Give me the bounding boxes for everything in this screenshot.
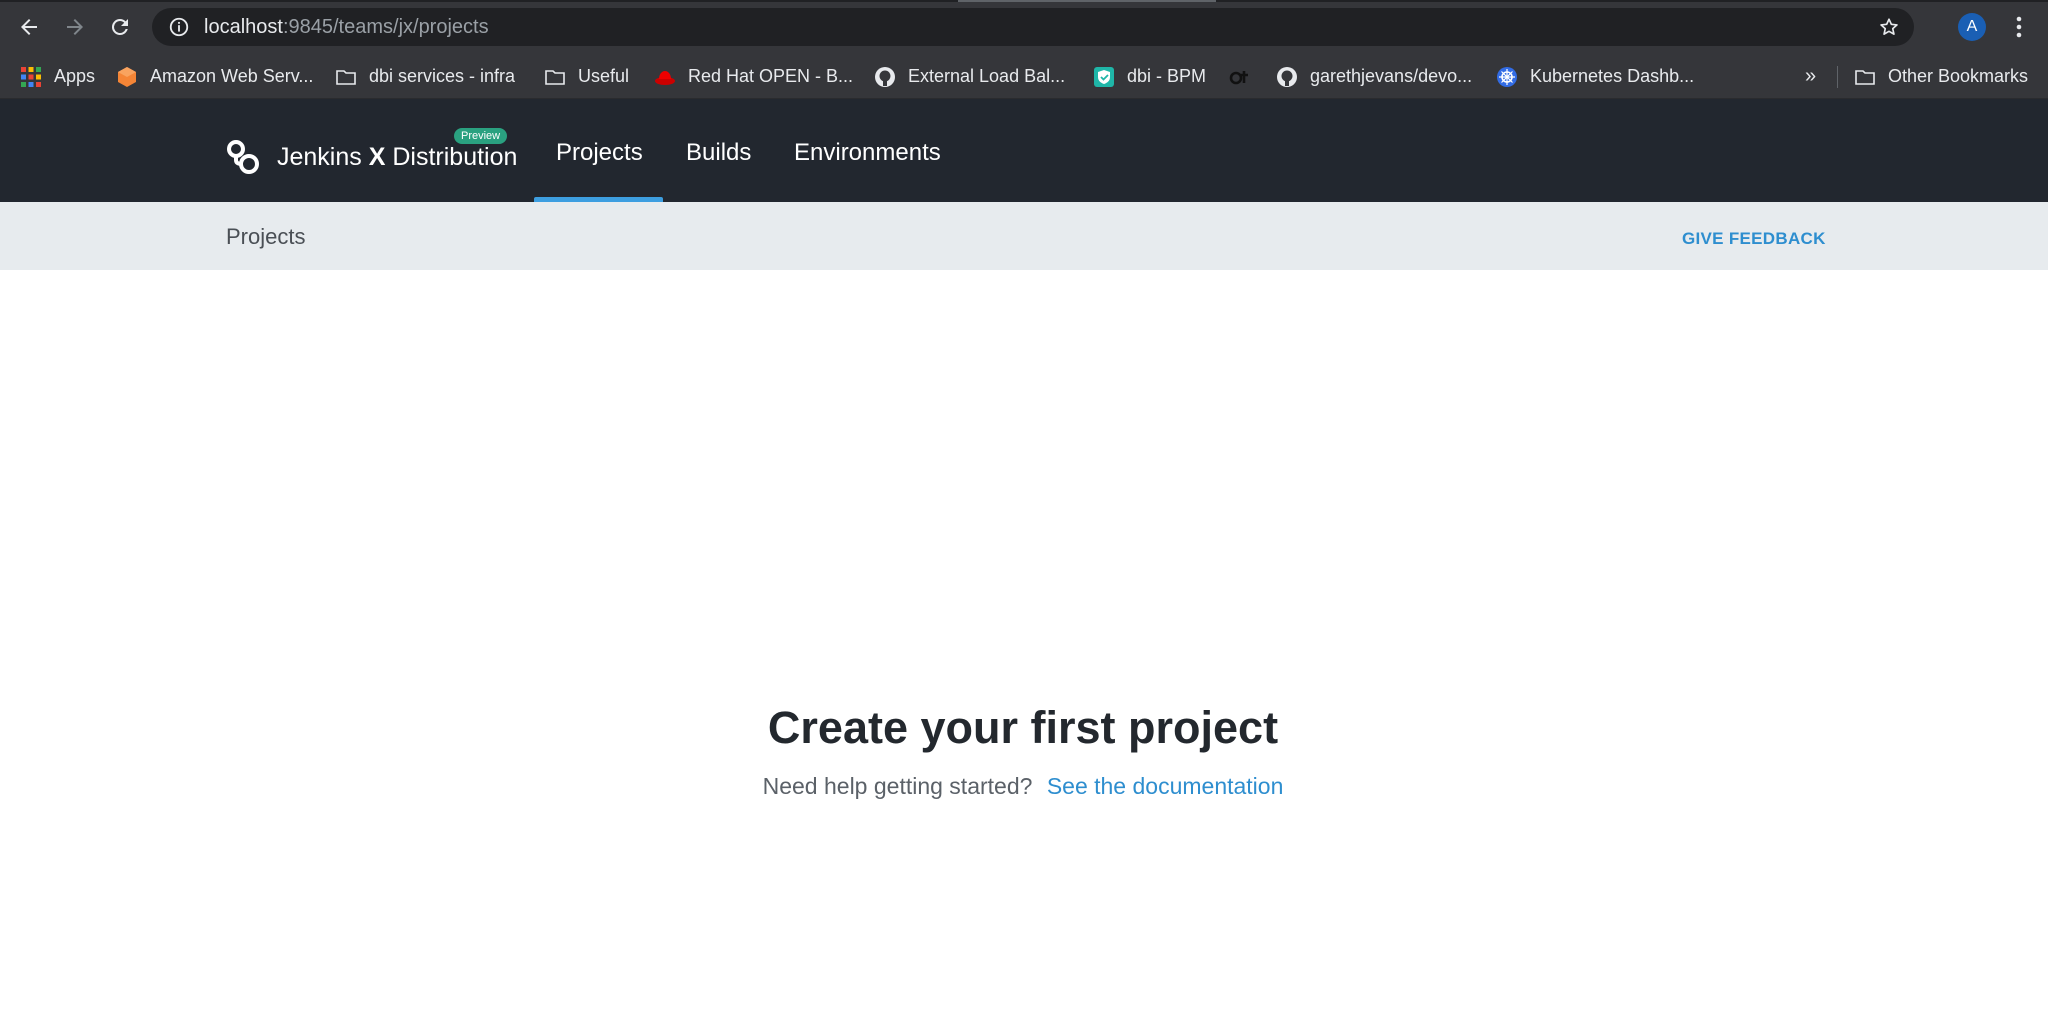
bookmarks-overflow-button[interactable]: » xyxy=(1805,54,1816,99)
bookmark-apps[interactable]: Apps xyxy=(20,54,95,99)
brand-x: X xyxy=(368,143,386,171)
nav-tab-builds[interactable]: Builds xyxy=(686,139,751,167)
documentation-link[interactable]: See the documentation xyxy=(1047,773,1284,799)
empty-state-help-text: Need help getting started? xyxy=(762,773,1033,799)
arrow-left-icon xyxy=(21,19,37,35)
bookmark-label: dbi - BPM xyxy=(1127,66,1207,86)
bookmarks-bar: Apps Amazon Web Serv... dbi services - i… xyxy=(0,54,2048,99)
kubernetes-icon xyxy=(1497,66,1517,87)
arrow-right-icon xyxy=(67,19,83,35)
bookmark-label: External Load Bal... xyxy=(908,66,1066,86)
folder-icon xyxy=(336,69,356,85)
bookmark-label: Useful xyxy=(578,66,630,86)
brand-suffix: Distribution xyxy=(385,143,518,171)
profile-avatar[interactable]: A xyxy=(1958,13,1986,41)
bookmark-ot[interactable] xyxy=(1229,54,1263,99)
star-icon[interactable] xyxy=(1878,16,1900,38)
bookmark-label: dbi services - infra xyxy=(369,66,516,86)
kebab-menu-icon xyxy=(2016,16,2022,38)
bookmark-garethjevans[interactable]: garethjevans/devo... xyxy=(1276,54,1472,99)
app-brand[interactable]: Jenkins X Distribution xyxy=(277,143,517,172)
github-icon xyxy=(875,66,895,87)
info-icon[interactable] xyxy=(168,16,190,38)
ot-logo-icon xyxy=(1229,70,1248,84)
aws-icon xyxy=(118,66,136,87)
bookmark-label: Other Bookmarks xyxy=(1888,66,2029,86)
bookmark-label: Red Hat OPEN - B... xyxy=(688,66,854,86)
github-icon xyxy=(1277,66,1297,87)
bookmarks-divider xyxy=(1837,66,1838,88)
back-button[interactable] xyxy=(13,11,45,43)
url-host: localhost xyxy=(204,15,283,38)
reload-button[interactable] xyxy=(104,11,136,43)
bookmark-dbi-services-infra[interactable]: dbi services - infra xyxy=(335,54,515,99)
brand-prefix: Jenkins xyxy=(277,143,369,171)
page-title: Projects xyxy=(226,224,306,249)
redhat-icon xyxy=(655,70,675,85)
bookmark-kubernetes-dashboard[interactable]: Kubernetes Dashb... xyxy=(1496,54,1694,99)
folder-icon xyxy=(1855,69,1875,85)
preview-badge: Preview xyxy=(454,128,508,144)
shield-icon xyxy=(1094,66,1114,87)
bookmark-other-bookmarks[interactable]: Other Bookmarks xyxy=(1854,54,2028,99)
page-subheader: Projects GIVE FEEDBACK xyxy=(0,202,2048,270)
nav-tab-environments[interactable]: Environments xyxy=(794,139,941,167)
forward-button[interactable] xyxy=(59,11,91,43)
bookmark-red-hat-open[interactable]: Red Hat OPEN - B... xyxy=(654,54,853,99)
bookmark-dbi-bpm[interactable]: dbi - BPM xyxy=(1093,54,1206,99)
bookmark-useful[interactable]: Useful xyxy=(544,54,629,99)
url-text[interactable]: localhost:9845/teams/jx/projects xyxy=(204,16,489,39)
bookmark-amazon-web-services[interactable]: Amazon Web Serv... xyxy=(116,54,313,99)
bookmark-external-load-balancer[interactable]: External Load Bal... xyxy=(874,54,1065,99)
give-feedback-link[interactable]: GIVE FEEDBACK xyxy=(1682,229,1826,249)
reload-icon xyxy=(111,18,128,35)
url-path: :9845/teams/jx/projects xyxy=(282,15,489,38)
jenkins-x-logo-icon[interactable] xyxy=(226,139,260,175)
empty-state-help: Need help getting started? See the docum… xyxy=(0,773,2046,800)
bookmark-label: Kubernetes Dashb... xyxy=(1530,66,1695,86)
browser-menu-button[interactable] xyxy=(2005,13,2033,41)
address-bar[interactable]: localhost:9845/teams/jx/projects xyxy=(152,8,1914,46)
bookmark-label: Amazon Web Serv... xyxy=(150,66,314,86)
browser-toolbar: localhost:9845/teams/jx/projects A xyxy=(0,0,2048,54)
bookmark-label: garethjevans/devo... xyxy=(1310,66,1473,86)
tab-strip-hint xyxy=(958,0,1216,2)
bookmark-label: Apps xyxy=(54,66,96,86)
empty-state-title: Create your first project xyxy=(767,702,1279,753)
folder-icon xyxy=(545,69,565,85)
apps-grid-icon xyxy=(21,66,41,87)
nav-tab-projects[interactable]: Projects xyxy=(556,139,643,167)
